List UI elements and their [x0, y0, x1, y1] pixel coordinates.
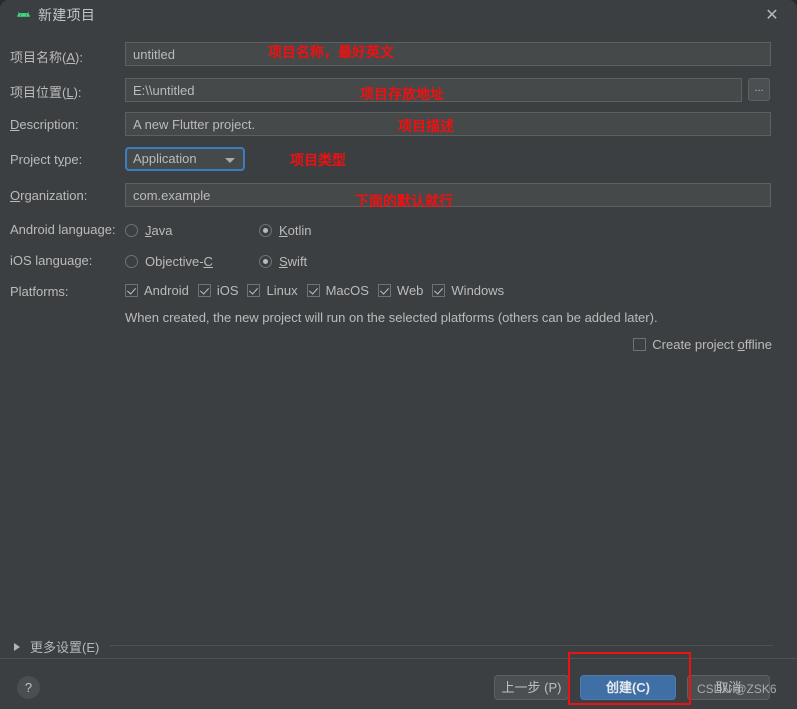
checkbox-icon — [306, 284, 320, 297]
chevron-down-icon — [225, 158, 235, 163]
project-location-label: 项目位置(L): — [10, 85, 82, 100]
create-button[interactable]: 创建(C) — [580, 675, 676, 700]
radio-circle-selected-icon — [259, 255, 272, 268]
checkbox-label: Web — [396, 283, 424, 298]
annotation-project-type: 项目类型 — [290, 153, 346, 169]
checkbox-icon — [377, 284, 391, 297]
checkbox-label: Android — [144, 283, 189, 298]
platforms-label: Platforms: — [10, 284, 69, 299]
checkbox-macos[interactable]: MacOS — [306, 282, 369, 300]
more-settings-label: 更多设置(E) — [30, 640, 100, 655]
help-icon[interactable]: ? — [17, 676, 40, 699]
checkbox-web[interactable]: Web — [377, 282, 424, 300]
checkbox-icon — [633, 338, 647, 351]
radio-label: Swift — [279, 254, 308, 269]
checkbox-label: iOS — [216, 283, 239, 298]
description-label: Description: — [10, 117, 79, 132]
radio-label: Java — [145, 223, 173, 238]
annotation-project-location: 项目存放地址 — [360, 87, 444, 103]
android-language-label: Android language: — [10, 222, 116, 237]
checkbox-icon — [125, 284, 138, 297]
radio-circle-selected-icon — [259, 224, 272, 237]
more-settings-divider — [110, 645, 773, 646]
checkbox-icon — [197, 284, 211, 297]
new-project-dialog: 新建项目 ✕ 项目名称(A): 项目位置(L): ... Description… — [0, 0, 797, 709]
organization-label: Organization: — [10, 188, 88, 203]
checkbox-linux[interactable]: Linux — [247, 282, 298, 300]
radio-ios-objectivec[interactable]: Objective-C — [125, 253, 213, 271]
checkbox-label: MacOS — [325, 283, 369, 298]
ios-language-label: iOS language: — [10, 253, 93, 268]
annotation-description: 项目描述 — [398, 119, 454, 135]
browse-folder-button[interactable]: ... — [748, 78, 770, 101]
project-name-label: 项目名称(A): — [10, 50, 83, 65]
checkbox-label: Linux — [266, 283, 298, 298]
radio-label: Objective-C — [145, 254, 213, 269]
checkbox-label: Windows — [451, 283, 505, 298]
checkbox-icon — [247, 284, 261, 297]
annotation-defaults: 下面的默认就行 — [355, 194, 453, 210]
checkbox-label: Create project offline — [652, 337, 772, 352]
previous-button[interactable]: 上一步 (P) — [494, 675, 569, 700]
annotation-project-name: 项目名称，最好英文 — [268, 45, 394, 61]
dialog-title: 新建项目 — [38, 7, 96, 23]
footer-divider — [0, 658, 797, 659]
more-settings-toggle[interactable]: 更多设置(E) — [14, 637, 99, 657]
checkbox-icon — [432, 284, 446, 297]
checkbox-windows[interactable]: Windows — [432, 282, 504, 300]
project-type-select[interactable]: Application — [125, 147, 245, 171]
project-type-label: Project type: — [10, 152, 83, 167]
android-robot-icon — [17, 11, 30, 17]
radio-label: Kotlin — [279, 223, 312, 238]
checkbox-create-project-offline[interactable]: Create project offline — [633, 336, 772, 354]
radio-android-kotlin[interactable]: Kotlin — [259, 222, 312, 240]
checkbox-ios[interactable]: iOS — [197, 282, 239, 300]
dialog-titlebar: 新建项目 ✕ — [0, 0, 797, 30]
close-icon[interactable]: ✕ — [761, 6, 783, 26]
platforms-hint-text: When created, the new project will run o… — [125, 310, 658, 325]
project-name-input[interactable] — [125, 42, 771, 66]
checkbox-android[interactable]: Android — [125, 282, 189, 300]
platforms-checkbox-group: Android iOS Linux MacOS Web Windows — [125, 282, 513, 300]
radio-android-java[interactable]: Java — [125, 222, 172, 240]
radio-circle-icon — [125, 224, 138, 237]
project-type-value: Application — [133, 151, 197, 166]
radio-ios-swift[interactable]: Swift — [259, 253, 307, 271]
cancel-button[interactable]: 取消 — [687, 675, 770, 700]
radio-circle-icon — [125, 255, 138, 268]
chevron-right-icon — [14, 643, 20, 651]
